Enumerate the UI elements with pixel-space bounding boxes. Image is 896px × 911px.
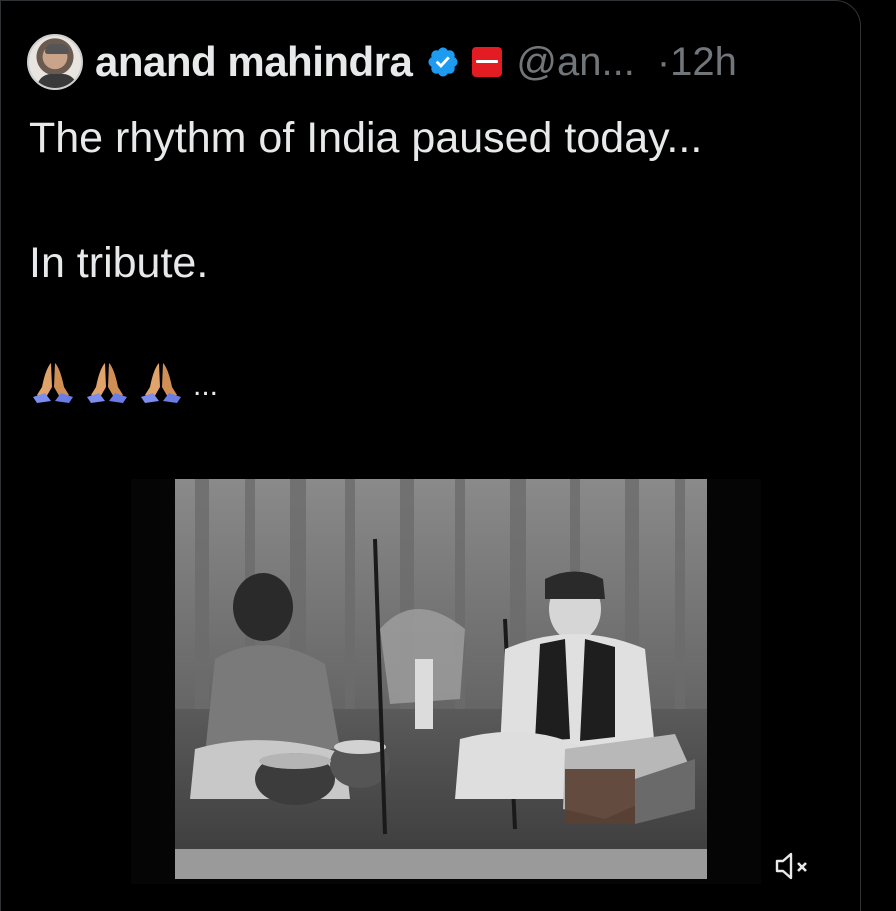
tweet-text-line-2: In tribute. (29, 239, 209, 287)
text-truncation-ellipsis: ... (193, 369, 219, 402)
volume-muted-icon[interactable] (773, 848, 813, 884)
verified-badge-icon (428, 47, 458, 77)
video-player[interactable] (131, 479, 761, 884)
tweet-text-line-1: The rhythm of India paused today... (29, 114, 703, 162)
avatar[interactable] (27, 34, 83, 90)
folded-hands-icon (33, 363, 73, 403)
folded-hands-icon (141, 363, 181, 403)
tweet-header: anand mahindra @an... ·12h (27, 32, 737, 92)
video-frame[interactable] (175, 479, 707, 879)
affiliate-badge-icon[interactable] (472, 47, 503, 77)
author-display-name[interactable]: anand mahindra (95, 38, 413, 86)
author-handle[interactable]: @an... (516, 40, 634, 85)
post-timestamp[interactable]: ·12h (657, 40, 737, 85)
tweet-card[interactable]: anand mahindra @an... ·12h The rhythm of… (0, 0, 861, 911)
folded-hands-icon (87, 363, 127, 403)
tweet-emoji-row: ... (29, 357, 218, 405)
